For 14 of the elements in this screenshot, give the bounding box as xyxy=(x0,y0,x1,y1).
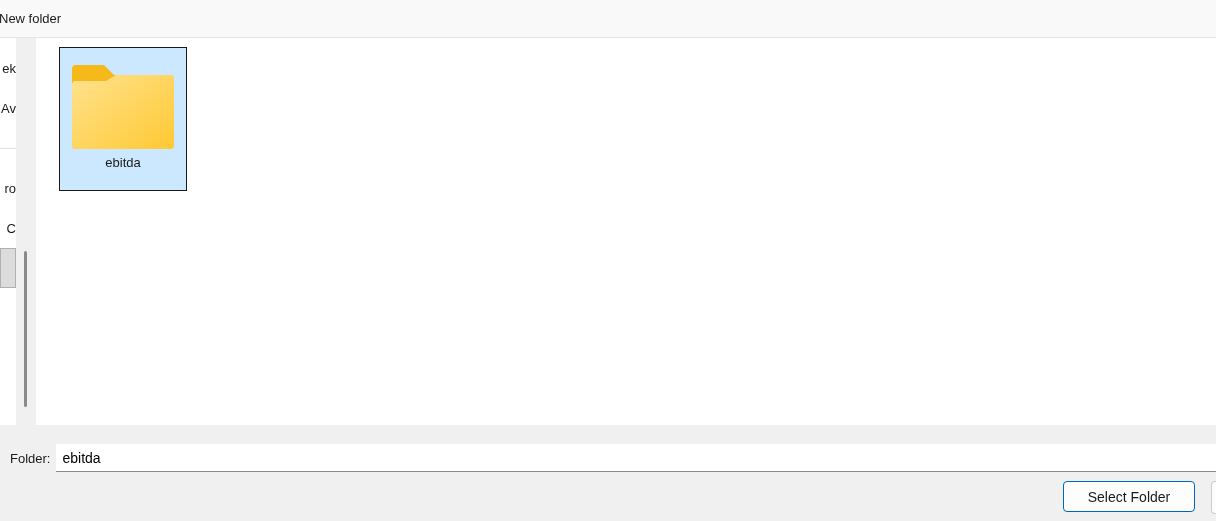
sidebar-item[interactable]: C xyxy=(0,208,16,248)
folder-item[interactable]: ebitda xyxy=(59,47,187,191)
folder-label: Folder: xyxy=(10,450,51,466)
folder-icon xyxy=(70,65,176,149)
new-folder-button[interactable]: New folder xyxy=(0,11,62,26)
select-folder-button[interactable]: Select Folder xyxy=(1063,481,1195,512)
sidebar-item[interactable]: ek xyxy=(0,48,16,88)
scrollbar-thumb[interactable] xyxy=(24,251,27,407)
sidebar-item[interactable]: ro xyxy=(0,168,16,208)
sidebar-item[interactable]: Av xyxy=(0,88,16,128)
folder-field[interactable]: ebitda xyxy=(56,444,1216,472)
folder-name: ebitda xyxy=(105,155,141,170)
sidebar-item-highlight[interactable] xyxy=(0,248,16,288)
cancel-button-edge[interactable] xyxy=(1211,481,1216,514)
